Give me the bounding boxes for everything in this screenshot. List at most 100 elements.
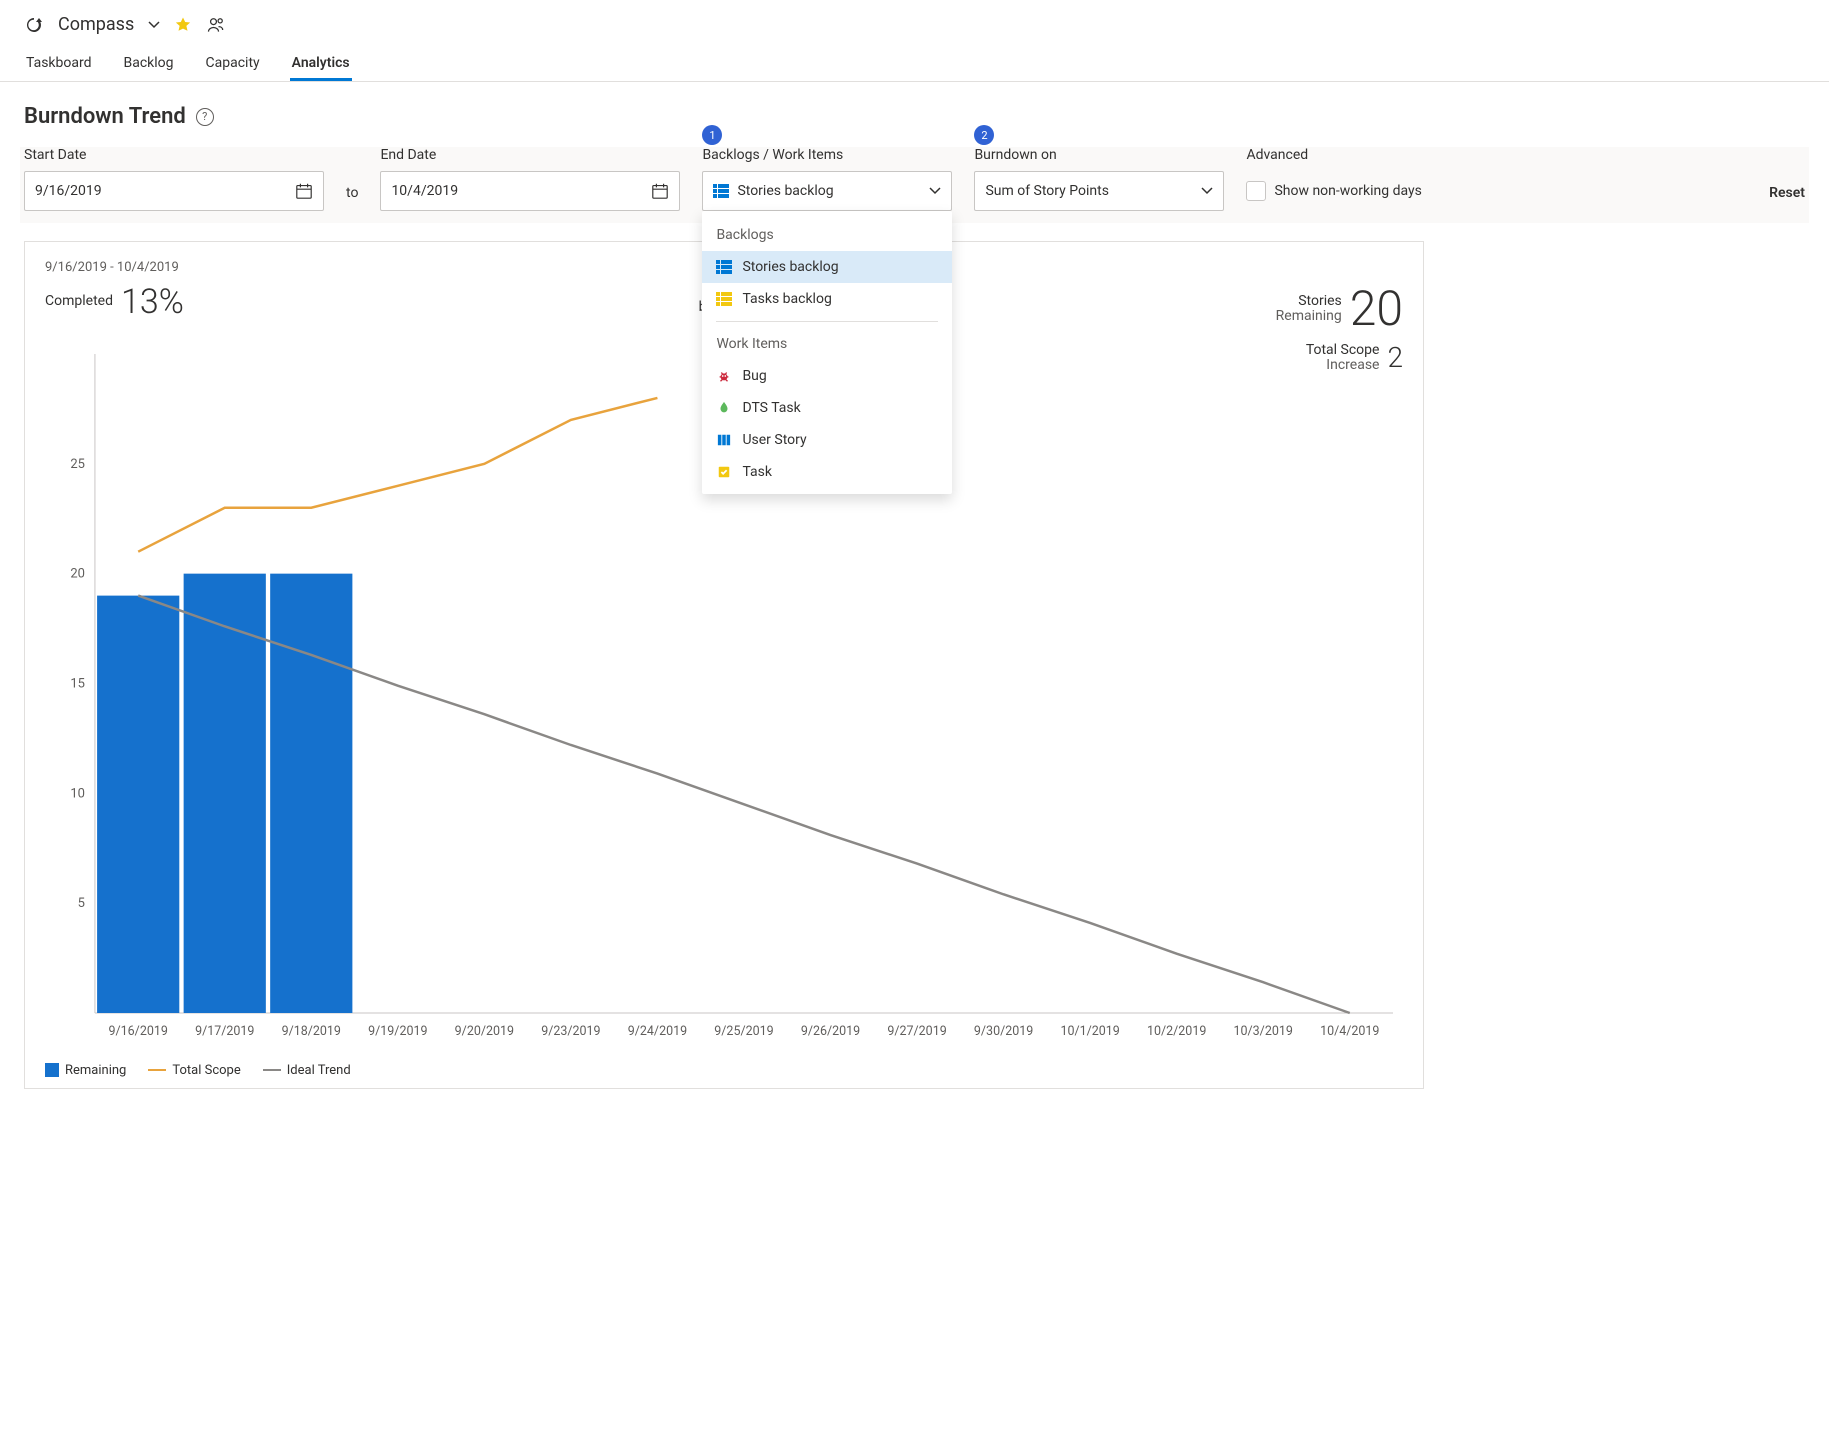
end-date-value: 10/4/2019	[391, 183, 458, 199]
backlog-icon	[713, 183, 729, 199]
svg-text:9/19/2019: 9/19/2019	[368, 1024, 427, 1039]
svg-text:9/17/2019: 9/17/2019	[195, 1024, 254, 1039]
dts-icon	[716, 400, 732, 416]
tab-analytics[interactable]: Analytics	[290, 45, 352, 81]
stat-scope-label-2: Increase	[1326, 357, 1379, 373]
start-date-value: 9/16/2019	[35, 183, 102, 199]
legend-total-scope: Total Scope	[148, 1063, 240, 1078]
menu-item-stories-backlog[interactable]: Stories backlog	[702, 251, 952, 283]
stat-scope: Total Scope Increase 2	[1306, 343, 1403, 374]
backlogs-menu: Backlogs Stories backlog Tasks backlog W…	[702, 211, 952, 494]
svg-text:20: 20	[70, 566, 85, 581]
burndown-on-label: Burndown on	[974, 147, 1224, 165]
menu-item-label: Stories backlog	[742, 259, 838, 275]
stat-completed-value: 13%	[121, 285, 184, 319]
filter-bar: Start Date 9/16/2019 to End Date 10/4/20…	[20, 147, 1809, 223]
svg-text:9/30/2019: 9/30/2019	[974, 1024, 1033, 1039]
menu-heading-backlogs: Backlogs	[702, 219, 952, 251]
menu-item-label: Task	[742, 464, 772, 480]
backlogs-field: 1 Backlogs / Work Items Stories backlog …	[702, 147, 952, 211]
backlog-blue-icon	[716, 259, 732, 275]
checkbox-label: Show non-working days	[1274, 183, 1421, 199]
page-title-row: Burndown Trend ?	[24, 104, 1805, 129]
svg-text:10: 10	[70, 786, 85, 801]
start-date-field: Start Date 9/16/2019	[24, 147, 324, 211]
legend-remaining: Remaining	[45, 1063, 126, 1078]
menu-heading-workitems: Work Items	[702, 328, 952, 360]
svg-text:10/1/2019: 10/1/2019	[1060, 1024, 1119, 1039]
reset-button[interactable]: Reset	[1769, 185, 1805, 211]
svg-text:9/20/2019: 9/20/2019	[455, 1024, 514, 1039]
tab-bar: Taskboard Backlog Capacity Analytics	[0, 45, 1829, 82]
stat-stories-remaining: Stories Remaining 20	[1276, 285, 1403, 333]
menu-item-label: Bug	[742, 368, 766, 384]
end-date-field: End Date 10/4/2019	[380, 147, 680, 211]
project-name[interactable]: Compass	[58, 14, 134, 35]
userstory-icon	[716, 432, 732, 448]
chevron-down-icon	[1201, 185, 1213, 197]
refresh-icon[interactable]	[24, 15, 44, 35]
tab-backlog[interactable]: Backlog	[122, 45, 176, 81]
burndown-on-value: Sum of Story Points	[985, 183, 1108, 199]
svg-text:9/24/2019: 9/24/2019	[628, 1024, 687, 1039]
svg-text:9/18/2019: 9/18/2019	[282, 1024, 341, 1039]
svg-text:10/4/2019: 10/4/2019	[1320, 1024, 1379, 1039]
project-header: Compass	[0, 0, 1829, 45]
team-icon[interactable]	[206, 15, 226, 35]
svg-text:9/26/2019: 9/26/2019	[801, 1024, 860, 1039]
menu-item-label: User Story	[742, 432, 806, 448]
menu-item-label: DTS Task	[742, 400, 800, 416]
svg-text:9/23/2019: 9/23/2019	[541, 1024, 600, 1039]
menu-item-dts-task[interactable]: DTS Task	[702, 392, 952, 424]
show-non-working-days-checkbox[interactable]	[1246, 181, 1266, 201]
task-icon	[716, 464, 732, 480]
backlog-yellow-icon	[716, 291, 732, 307]
end-date-input[interactable]: 10/4/2019	[380, 171, 680, 211]
chevron-down-icon	[929, 185, 941, 197]
svg-text:9/27/2019: 9/27/2019	[887, 1024, 946, 1039]
legend-ideal: Ideal Trend	[263, 1063, 351, 1078]
menu-item-label: Tasks backlog	[742, 291, 831, 307]
advanced-label: Advanced	[1246, 147, 1421, 165]
backlogs-label: Backlogs / Work Items	[702, 147, 952, 165]
start-date-input[interactable]: 9/16/2019	[24, 171, 324, 211]
svg-text:9/16/2019: 9/16/2019	[109, 1024, 168, 1039]
calendar-icon	[295, 182, 313, 200]
stat-scope-value: 2	[1387, 344, 1403, 372]
burndown-on-field: 2 Burndown on Sum of Story Points	[974, 147, 1224, 211]
stat-completed: Completed 13%	[45, 285, 184, 319]
to-label: to	[346, 185, 358, 211]
step-badge-2: 2	[974, 125, 994, 145]
menu-item-task[interactable]: Task	[702, 456, 952, 488]
svg-text:10/2/2019: 10/2/2019	[1147, 1024, 1206, 1039]
svg-text:25: 25	[70, 457, 85, 472]
svg-text:9/25/2019: 9/25/2019	[714, 1024, 773, 1039]
tab-taskboard[interactable]: Taskboard	[24, 45, 94, 81]
bug-icon	[716, 368, 732, 384]
backlogs-dropdown[interactable]: Stories backlog	[702, 171, 952, 211]
tab-capacity[interactable]: Capacity	[204, 45, 262, 81]
burndown-on-dropdown[interactable]: Sum of Story Points	[974, 171, 1224, 211]
advanced-field: Advanced Show non-working days	[1246, 147, 1421, 211]
chart-legend: Remaining Total Scope Ideal Trend	[45, 1063, 1403, 1078]
star-icon[interactable]	[174, 16, 192, 34]
chevron-down-icon[interactable]	[148, 19, 160, 31]
calendar-icon	[651, 182, 669, 200]
end-date-label: End Date	[380, 147, 680, 165]
start-date-label: Start Date	[24, 147, 324, 165]
menu-item-user-story[interactable]: User Story	[702, 424, 952, 456]
page-title: Burndown Trend	[24, 104, 186, 129]
menu-item-bug[interactable]: Bug	[702, 360, 952, 392]
svg-text:5: 5	[78, 896, 85, 911]
stat-scope-label-1: Total Scope	[1306, 342, 1380, 358]
svg-text:10/3/2019: 10/3/2019	[1234, 1024, 1293, 1039]
stat-stories-value: 20	[1350, 285, 1403, 333]
help-icon[interactable]: ?	[196, 108, 214, 126]
svg-text:15: 15	[70, 676, 85, 691]
stat-stories-label-1: Stories	[1298, 293, 1342, 309]
step-badge-1: 1	[702, 125, 722, 145]
stat-stories-label-2: Remaining	[1276, 308, 1342, 324]
menu-item-tasks-backlog[interactable]: Tasks backlog	[702, 283, 952, 315]
menu-separator	[716, 321, 938, 322]
backlogs-value: Stories backlog	[737, 183, 833, 199]
